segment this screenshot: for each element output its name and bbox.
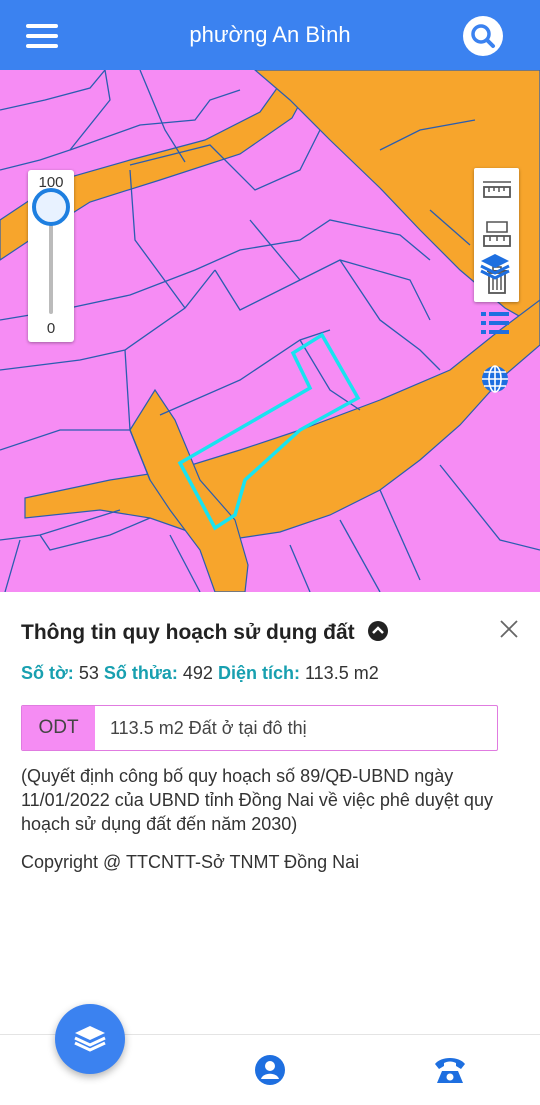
- area-label: Diện tích:: [217, 663, 300, 683]
- land-use-description: 113.5 m2 Đất ở tại đô thị: [110, 718, 307, 738]
- opacity-slider[interactable]: 100 0: [28, 170, 74, 342]
- land-use-row[interactable]: ODT 113.5 m2 Đất ở tại đô thị: [21, 705, 498, 751]
- map-canvas: [0, 70, 540, 592]
- sheet-label: Số tờ:: [21, 663, 74, 683]
- decision-text: (Quyết định công bố quy hoạch số 89/QĐ-U…: [21, 766, 493, 834]
- slider-min-label: 0: [46, 320, 56, 337]
- layers-icon: [74, 1026, 106, 1052]
- slider-handle[interactable]: [32, 188, 70, 226]
- layers-fab-button[interactable]: [55, 1004, 125, 1074]
- globe-icon[interactable]: [479, 363, 511, 395]
- info-title-text: Thông tin quy hoạch sử dụng đất: [21, 621, 355, 644]
- map-view[interactable]: 100 0: [0, 70, 540, 592]
- phone-icon[interactable]: [433, 1053, 467, 1087]
- land-info-panel: Thông tin quy hoạch sử dụng đất Số tờ: 5…: [0, 592, 540, 1034]
- measure-area-icon[interactable]: [481, 218, 513, 250]
- search-icon: [471, 24, 495, 48]
- measure-distance-icon[interactable]: [481, 176, 513, 208]
- page-title: phường An Bình: [189, 22, 351, 47]
- app-header: phường An Bình: [0, 0, 540, 70]
- user-icon[interactable]: [253, 1053, 287, 1087]
- list-icon[interactable]: [479, 307, 511, 339]
- sheet-value: 53: [78, 663, 99, 683]
- land-use-code: ODT: [22, 706, 95, 750]
- close-icon[interactable]: [498, 618, 520, 640]
- chevron-up-circle-icon[interactable]: [367, 620, 389, 642]
- parcel-label: Số thửa:: [103, 663, 178, 683]
- copyright-text: Copyright @ TTCNTT-Sở TNMT Đồng Nai: [21, 852, 360, 872]
- parcel-value: 492: [182, 663, 213, 683]
- info-title: Thông tin quy hoạch sử dụng đất: [21, 620, 389, 645]
- search-button[interactable]: [463, 16, 503, 56]
- layers-icon[interactable]: [479, 250, 511, 282]
- area-value: 113.5 m2: [305, 663, 379, 683]
- parcel-info: Số tờ: 53 Số thửa: 492 Diện tích: 113.5 …: [21, 663, 379, 684]
